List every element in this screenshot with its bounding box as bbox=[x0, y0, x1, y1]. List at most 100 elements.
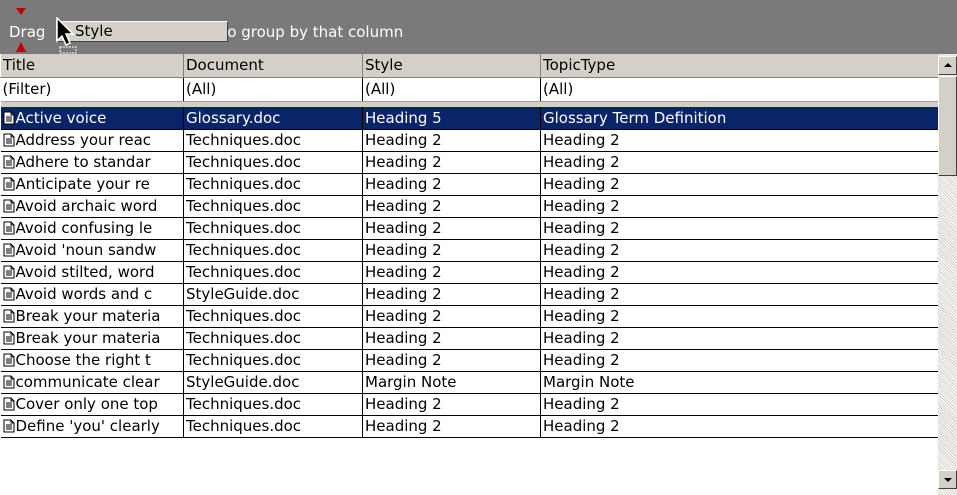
cell-title[interactable]: Avoid stilted, word bbox=[0, 261, 184, 284]
cell-style[interactable]: Heading 5 bbox=[362, 107, 541, 130]
cell-topictype[interactable]: Heading 2 bbox=[540, 239, 938, 262]
table-row[interactable]: Avoid stilted, word Techniques.doc Heading… bbox=[0, 261, 938, 284]
group-by-panel[interactable]: Drag to group by that column Style bbox=[0, 0, 957, 54]
table-row[interactable]: Cover only one top Techniques.doc Heading … bbox=[0, 393, 938, 416]
document-icon bbox=[3, 177, 15, 191]
cell-title[interactable]: Break your materia bbox=[0, 327, 184, 350]
table-row[interactable]: Anticipate your re Techniques.doc Heading … bbox=[0, 173, 938, 196]
cell-document[interactable]: Techniques.doc bbox=[183, 393, 363, 416]
cell-topictype[interactable]: Glossary Term Definition bbox=[540, 107, 938, 130]
cell-document[interactable]: Glossary.doc bbox=[183, 107, 363, 130]
cell-title[interactable]: Break your materia bbox=[0, 305, 184, 328]
cell-document[interactable]: Techniques.doc bbox=[183, 195, 363, 218]
scroll-up-button[interactable] bbox=[938, 56, 957, 75]
table-row[interactable]: Active voice Glossary.doc Heading 5 Glossar… bbox=[0, 107, 938, 130]
cell-topictype[interactable]: Heading 2 bbox=[540, 327, 938, 350]
cell-title[interactable]: Avoid archaic word bbox=[0, 195, 184, 218]
column-header-title[interactable]: Title bbox=[0, 54, 184, 78]
cell-title[interactable]: Avoid words and c bbox=[0, 283, 184, 306]
column-header-topictype[interactable]: TopicType bbox=[540, 54, 938, 78]
table-row[interactable]: Adhere to standar Techniques.doc Heading 2… bbox=[0, 151, 938, 174]
column-header-style[interactable]: Style bbox=[362, 54, 541, 78]
cell-title[interactable]: Define 'you' clearly bbox=[0, 415, 184, 438]
document-icon bbox=[3, 309, 15, 323]
table-row[interactable]: Break your materia Techniques.doc Heading … bbox=[0, 305, 938, 328]
cell-style[interactable]: Heading 2 bbox=[362, 173, 541, 196]
cell-title[interactable]: Cover only one top bbox=[0, 393, 184, 416]
cell-topictype[interactable]: Heading 2 bbox=[540, 393, 938, 416]
cell-topictype[interactable]: Heading 2 bbox=[540, 217, 938, 240]
scroll-down-button[interactable] bbox=[938, 470, 957, 489]
cell-document[interactable]: Techniques.doc bbox=[183, 239, 363, 262]
cell-title[interactable]: Address your reac bbox=[0, 129, 184, 152]
table-row[interactable]: Avoid archaic word Techniques.doc Heading … bbox=[0, 195, 938, 218]
cell-style[interactable]: Heading 2 bbox=[362, 151, 541, 174]
table-row[interactable]: Break your materia Techniques.doc Heading … bbox=[0, 327, 938, 350]
cell-title[interactable]: Choose the right t bbox=[0, 349, 184, 372]
filter-style[interactable]: (All) bbox=[362, 77, 541, 102]
cell-title[interactable]: Active voice bbox=[0, 107, 184, 130]
cell-style[interactable]: Heading 2 bbox=[362, 217, 541, 240]
drop-marker-top-icon bbox=[16, 8, 26, 15]
cell-topictype[interactable]: Heading 2 bbox=[540, 173, 938, 196]
table-row[interactable]: Avoid 'noun sandw Techniques.doc Heading 2… bbox=[0, 239, 938, 262]
cell-style[interactable]: Heading 2 bbox=[362, 305, 541, 328]
cell-document[interactable]: Techniques.doc bbox=[183, 327, 363, 350]
data-grid[interactable]: Title Document Style TopicType (Filter) … bbox=[0, 54, 938, 495]
cell-topictype[interactable]: Heading 2 bbox=[540, 129, 938, 152]
cell-style[interactable]: Heading 2 bbox=[362, 195, 541, 218]
table-row[interactable]: Define 'you' clearly Techniques.doc Headin… bbox=[0, 415, 938, 438]
cell-topictype[interactable]: Heading 2 bbox=[540, 415, 938, 438]
cell-document[interactable]: StyleGuide.doc bbox=[183, 371, 363, 394]
cell-title-text: Avoid words and c bbox=[15, 285, 153, 303]
scroll-thumb[interactable] bbox=[938, 76, 957, 176]
table-row[interactable]: Choose the right t Techniques.doc Heading … bbox=[0, 349, 938, 372]
cell-title[interactable]: Avoid 'noun sandw bbox=[0, 239, 184, 262]
cell-title[interactable]: Avoid confusing le bbox=[0, 217, 184, 240]
cell-title[interactable]: Anticipate your re bbox=[0, 173, 184, 196]
cell-style[interactable]: Heading 2 bbox=[362, 283, 541, 306]
cell-title-text: Define 'you' clearly bbox=[15, 417, 160, 435]
cell-document[interactable]: Techniques.doc bbox=[183, 349, 363, 372]
drop-marker-bottom-icon bbox=[16, 42, 26, 52]
cell-title[interactable]: communicate clear bbox=[0, 371, 184, 394]
cell-document[interactable]: Techniques.doc bbox=[183, 129, 363, 152]
cell-style[interactable]: Heading 2 bbox=[362, 393, 541, 416]
column-header-document[interactable]: Document bbox=[183, 54, 363, 78]
cell-topictype[interactable]: Heading 2 bbox=[540, 305, 938, 328]
filter-document[interactable]: (All) bbox=[183, 77, 363, 102]
filter-title[interactable]: (Filter) bbox=[0, 77, 184, 102]
cell-document[interactable]: Techniques.doc bbox=[183, 217, 363, 240]
cell-document[interactable]: Techniques.doc bbox=[183, 415, 363, 438]
table-row[interactable]: communicate clear StyleGuide.doc Margin No… bbox=[0, 371, 938, 394]
cell-document[interactable]: Techniques.doc bbox=[183, 151, 363, 174]
cell-style[interactable]: Margin Note bbox=[362, 371, 541, 394]
cell-style[interactable]: Heading 2 bbox=[362, 415, 541, 438]
cell-style[interactable]: Heading 2 bbox=[362, 239, 541, 262]
cell-title[interactable]: Adhere to standar bbox=[0, 151, 184, 174]
cell-document[interactable]: Techniques.doc bbox=[183, 173, 363, 196]
cell-document[interactable]: Techniques.doc bbox=[183, 305, 363, 328]
table-row[interactable]: Avoid confusing le Techniques.doc Heading … bbox=[0, 217, 938, 240]
cell-topictype[interactable]: Heading 2 bbox=[540, 195, 938, 218]
cell-topictype[interactable]: Heading 2 bbox=[540, 349, 938, 372]
cell-document[interactable]: Techniques.doc bbox=[183, 261, 363, 284]
cell-style[interactable]: Heading 2 bbox=[362, 261, 541, 284]
cell-topictype[interactable]: Heading 2 bbox=[540, 283, 938, 306]
filter-topictype[interactable]: (All) bbox=[540, 77, 938, 102]
filter-row: (Filter) (All) (All) (All) bbox=[0, 77, 938, 102]
data-rows: Active voice Glossary.doc Heading 5 Glossar… bbox=[0, 107, 938, 438]
document-icon bbox=[3, 221, 15, 235]
table-row[interactable]: Address your reac Techniques.doc Heading 2… bbox=[0, 129, 938, 152]
cell-style[interactable]: Heading 2 bbox=[362, 129, 541, 152]
cell-style[interactable]: Heading 2 bbox=[362, 327, 541, 350]
table-row[interactable]: Avoid words and c StyleGuide.doc Heading 2… bbox=[0, 283, 938, 306]
cell-title-text: Anticipate your re bbox=[15, 175, 150, 193]
cell-title-text: communicate clear bbox=[15, 373, 160, 391]
cell-topictype[interactable]: Heading 2 bbox=[540, 151, 938, 174]
vertical-scrollbar[interactable] bbox=[938, 54, 957, 495]
cell-topictype[interactable]: Heading 2 bbox=[540, 261, 938, 284]
cell-topictype[interactable]: Margin Note bbox=[540, 371, 938, 394]
cell-style[interactable]: Heading 2 bbox=[362, 349, 541, 372]
cell-document[interactable]: StyleGuide.doc bbox=[183, 283, 363, 306]
